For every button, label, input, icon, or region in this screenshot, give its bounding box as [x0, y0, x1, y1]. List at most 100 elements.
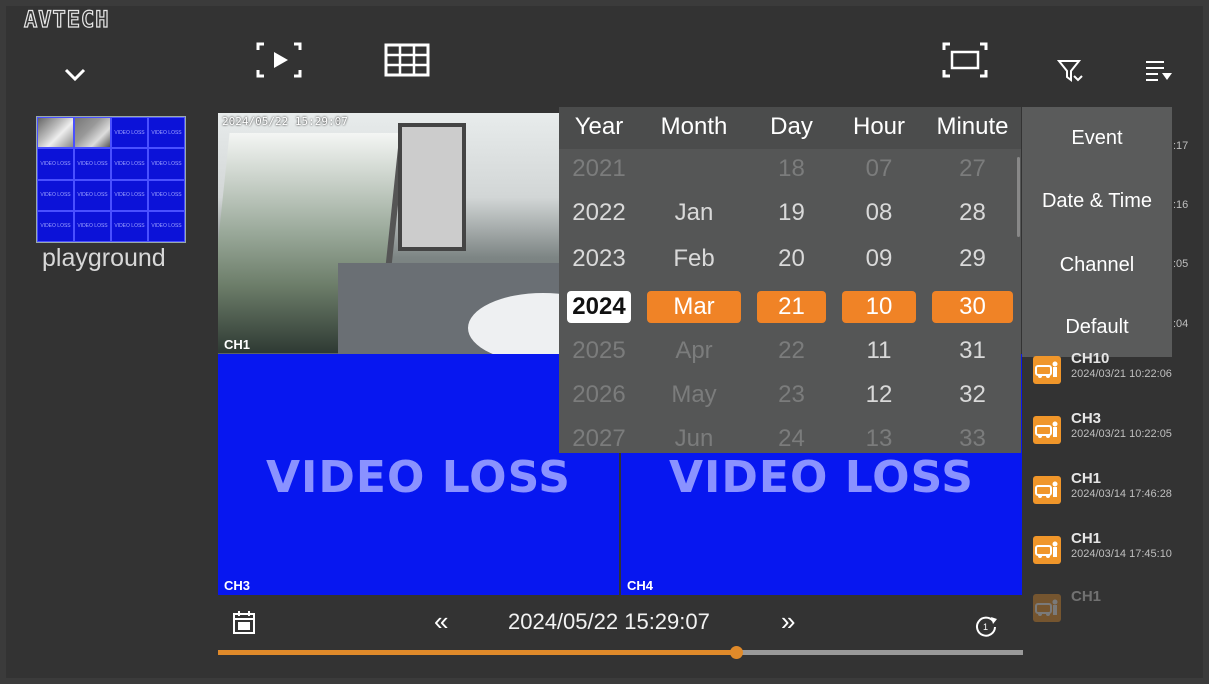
picker-column-title: Year: [574, 113, 624, 140]
picker-value[interactable]: 2025: [559, 337, 639, 365]
picker-value[interactable]: 21: [749, 291, 834, 323]
picker-value[interactable]: 2027: [559, 425, 639, 453]
sort-menu: Event Date & Time Channel Default: [1022, 107, 1172, 357]
picker-value[interactable]: Mar: [639, 291, 749, 323]
progress-fill: [218, 650, 737, 655]
picker-value[interactable]: Jan: [639, 199, 749, 227]
picker-value[interactable]: 27: [924, 155, 1021, 183]
thumbnail-cell: VIDEO LOSS: [37, 148, 74, 180]
vehicle-person-icon: [1033, 356, 1061, 384]
thumbnail-cell: VIDEO LOSS: [37, 210, 74, 242]
picker-value[interactable]: May: [639, 381, 749, 409]
menu-item-date-time[interactable]: Date & Time: [1022, 190, 1172, 213]
picker-column-minute[interactable]: Minute 27 28 29 30 31 32 33: [924, 107, 1021, 453]
event-channel: CH10: [1071, 350, 1110, 367]
picker-value[interactable]: 29: [924, 245, 1021, 273]
picker-value[interactable]: 30: [924, 291, 1021, 323]
picker-value[interactable]: 12: [834, 381, 924, 409]
vehicle-person-icon: [1033, 536, 1061, 564]
playback-progress-bar[interactable]: [218, 646, 1023, 659]
picker-column-title: Minute: [936, 113, 1009, 140]
avtech-logo: AVTECH: [23, 7, 110, 33]
picker-value[interactable]: 2022: [559, 199, 639, 227]
picker-value[interactable]: 19: [749, 199, 834, 227]
picker-value[interactable]: 2026: [559, 381, 639, 409]
event-time: 2024/03/21 10:22:05: [1071, 428, 1172, 440]
event-list-item[interactable]: CH1: [1033, 588, 1203, 632]
picker-value[interactable]: Apr: [639, 337, 749, 365]
thumbnail-cell: VIDEO LOSS: [148, 210, 185, 242]
tile-channel-label: CH3: [224, 578, 251, 593]
picker-value[interactable]: 09: [834, 245, 924, 273]
picker-column-hour[interactable]: Hour 07 08 09 10 11 12 13: [834, 107, 924, 453]
menu-item-default[interactable]: Default: [1022, 316, 1172, 339]
playback-speed-icon[interactable]: 1: [972, 612, 1000, 640]
thumbnail-grid: VIDEO LOSS VIDEO LOSS VIDEO LOSS VIDEO LOSS…: [37, 117, 185, 242]
picker-value[interactable]: 08: [834, 199, 924, 227]
picker-value[interactable]: 2023: [559, 245, 639, 273]
picker-column-year[interactable]: Year 2021 2022 2023 2024 2025 2026 2027: [559, 107, 639, 453]
calendar-icon[interactable]: [230, 608, 258, 636]
picker-value[interactable]: 11: [834, 337, 924, 365]
thumbnail-cell: VIDEO LOSS: [74, 210, 111, 242]
sort-list-icon[interactable]: [1142, 56, 1176, 86]
thumbnail-label: playground: [42, 244, 166, 272]
picker-scrollbar[interactable]: [1017, 157, 1020, 237]
picker-value[interactable]: 20: [749, 245, 834, 273]
picker-value[interactable]: 23: [749, 381, 834, 409]
picker-column-title: Month: [660, 113, 728, 140]
thumbnail-cell: VIDEO LOSS: [148, 148, 185, 180]
date-time-picker[interactable]: Year 2021 2022 2023 2024 2025 2026 2027 Month Jan…: [559, 107, 1021, 453]
camera-scene-window: [398, 123, 466, 251]
grid-layout-icon[interactable]: [383, 42, 431, 78]
event-list-item[interactable]: CH3 2024/03/21 10:22:05: [1033, 410, 1203, 454]
rewind-button[interactable]: «: [434, 606, 448, 637]
thumbnail-cell: VIDEO LOSS: [37, 179, 74, 211]
playback-timestamp: 2024/05/22 15:29:07: [508, 609, 710, 634]
picker-value[interactable]: 33: [924, 425, 1021, 453]
video-timestamp: 2024/05/22 15:29:07: [222, 115, 348, 128]
picker-value[interactable]: 24: [749, 425, 834, 453]
picker-column-day[interactable]: Day 18 19 20 21 22 23 24: [749, 107, 834, 453]
event-time-partial: :04: [1173, 318, 1189, 330]
vehicle-person-icon: [1033, 416, 1061, 444]
picker-value[interactable]: 28: [924, 199, 1021, 227]
picker-value[interactable]: 2024: [559, 291, 639, 323]
event-time-partial: :16: [1173, 199, 1189, 211]
thumbnail-cell: VIDEO LOSS: [111, 148, 148, 180]
menu-item-channel[interactable]: Channel: [1022, 254, 1172, 277]
thumbnail-cell: VIDEO LOSS: [111, 179, 148, 211]
event-list-item[interactable]: CH10 2024/03/21 10:22:06: [1033, 350, 1203, 394]
layout-thumbnail[interactable]: VIDEO LOSS VIDEO LOSS VIDEO LOSS VIDEO LOSS…: [36, 116, 186, 243]
forward-button[interactable]: »: [781, 606, 795, 637]
picker-value[interactable]: 13: [834, 425, 924, 453]
thumbnail-cell: VIDEO LOSS: [74, 179, 111, 211]
thumbnail-cell: VIDEO LOSS: [148, 179, 185, 211]
thumbnail-cell: VIDEO LOSS: [111, 117, 148, 149]
picker-value[interactable]: 22: [749, 337, 834, 365]
thumbnail-cell: [74, 117, 111, 149]
menu-item-event[interactable]: Event: [1022, 127, 1172, 150]
event-list-item[interactable]: CH1 2024/03/14 17:45:10: [1033, 530, 1203, 574]
picker-column-title: Hour: [852, 113, 906, 140]
event-time-partial: :05: [1173, 258, 1189, 270]
fullscreen-icon[interactable]: [938, 40, 992, 80]
chevron-down-icon[interactable]: [60, 62, 90, 88]
picker-value[interactable]: 10: [834, 291, 924, 323]
picker-value[interactable]: Jun: [639, 425, 749, 453]
filter-icon[interactable]: [1055, 56, 1087, 86]
picker-value[interactable]: 31: [924, 337, 1021, 365]
event-channel: CH1: [1071, 588, 1102, 605]
event-time: 2024/03/21 10:22:06: [1071, 368, 1172, 380]
picker-value[interactable]: 2021: [559, 155, 639, 183]
picker-value[interactable]: 32: [924, 381, 1021, 409]
thumbnail-cell: VIDEO LOSS: [148, 117, 185, 149]
playback-icon[interactable]: [252, 40, 306, 80]
picker-value[interactable]: 07: [834, 155, 924, 183]
picker-column-title: Day: [770, 113, 813, 140]
event-list-item[interactable]: CH1 2024/03/14 17:46:28: [1033, 470, 1203, 514]
video-loss-text: VIDEO LOSS: [265, 452, 571, 503]
picker-value[interactable]: 18: [749, 155, 834, 183]
picker-value[interactable]: Feb: [639, 245, 749, 273]
picker-column-month[interactable]: Month Jan Feb Mar Apr May Jun: [639, 107, 749, 453]
